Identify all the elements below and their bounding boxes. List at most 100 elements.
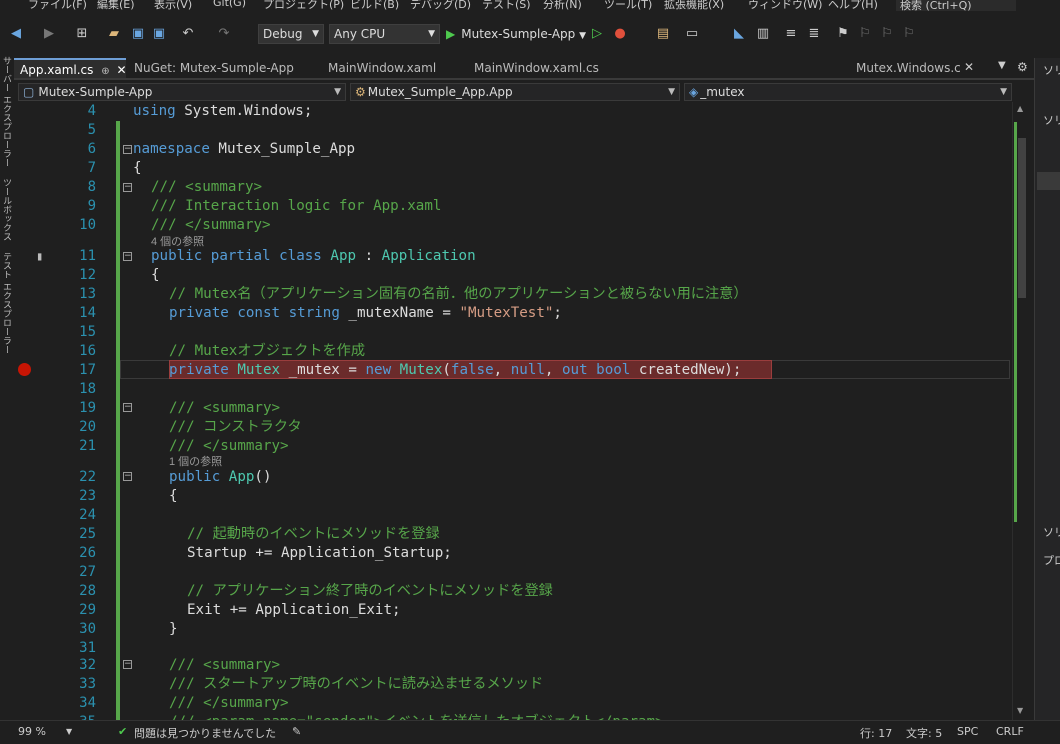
vertical-scrollbar[interactable]: ▲ ▼: [1012, 102, 1030, 720]
code-line[interactable]: Startup += Application_Startup;: [187, 544, 452, 563]
forward-icon[interactable]: ▶: [42, 25, 56, 43]
code-line[interactable]: {: [133, 159, 142, 178]
panel-title[interactable]: プロ: [1043, 552, 1060, 568]
new-project-icon[interactable]: ⊞: [74, 25, 90, 43]
code-line[interactable]: /// </summary>: [169, 694, 289, 713]
chevron-down-icon[interactable]: ▼: [66, 727, 72, 736]
column-indicator[interactable]: 文字: 5: [906, 725, 942, 741]
save-icon[interactable]: ▣: [130, 25, 146, 43]
pointer-icon[interactable]: ◣: [731, 25, 747, 43]
menu-file[interactable]: ファイル(F): [28, 0, 87, 12]
config-dropdown[interactable]: Debug ▼: [258, 24, 324, 44]
code-line[interactable]: using System.Windows;: [133, 102, 312, 121]
tab-list-dropdown-icon[interactable]: ▼: [998, 60, 1006, 71]
pin-icon[interactable]: ⊕: [101, 66, 109, 77]
tab-nuget[interactable]: NuGet: Mutex-Sumple-App: [128, 58, 322, 78]
code-line[interactable]: /// <summary>: [151, 178, 262, 197]
code-line[interactable]: public partial class App : Application: [151, 247, 476, 266]
code-line[interactable]: private const string _mutexName = "Mutex…: [169, 304, 562, 323]
menu-tools[interactable]: ツール(T): [604, 0, 652, 12]
code-line[interactable]: public App(): [169, 468, 272, 487]
code-line[interactable]: {: [169, 487, 178, 506]
code-line[interactable]: /// <summary>: [169, 656, 280, 675]
fold-summary[interactable]: −: [123, 183, 132, 192]
menu-edit[interactable]: 編集(E): [97, 0, 135, 12]
comment-icon[interactable]: ≡: [783, 25, 799, 43]
menu-project[interactable]: プロジェクト(P): [263, 0, 344, 12]
run-button[interactable]: ▶ Mutex-Sumple-App ▼: [446, 25, 586, 43]
zoom-level[interactable]: 99 %: [18, 725, 46, 738]
project-dropdown[interactable]: ▢ Mutex-Sumple-App ▼: [18, 83, 346, 101]
tab-mainwindow-xaml-cs[interactable]: MainWindow.xaml.cs: [468, 58, 628, 78]
close-icon[interactable]: ✕: [964, 60, 974, 74]
back-icon[interactable]: ◀: [8, 25, 24, 43]
menu-git[interactable]: Git(G): [213, 0, 246, 9]
menu-test[interactable]: テスト(S): [482, 0, 531, 12]
start-without-debug-icon[interactable]: ▷: [590, 25, 604, 43]
code-line[interactable]: {: [151, 266, 160, 285]
tab-mainwindow-xaml[interactable]: MainWindow.xaml: [322, 58, 468, 78]
window-layout-icon[interactable]: ▭: [684, 25, 700, 43]
issues-status[interactable]: 問題は見つかりませんでした: [134, 725, 276, 741]
code-line[interactable]: // Mutex名（アプリケーション固有の名前．他のアプリケーションと被らない用…: [169, 285, 748, 304]
server-explorer-tab[interactable]: サーバー エクスプローラー: [0, 56, 13, 167]
toolbox-tab[interactable]: ツールボックス: [0, 178, 13, 241]
test-explorer-tab[interactable]: テスト エクスプローラー: [0, 252, 13, 354]
fold-class[interactable]: −: [123, 252, 132, 261]
code-line[interactable]: /// <param name="sender">イベントを送信したオブジェクト…: [169, 713, 664, 720]
panel-title[interactable]: ソリ: [1043, 524, 1060, 540]
uncomment-icon[interactable]: ≣: [806, 25, 822, 43]
menu-extensions[interactable]: 拡張機能(X): [664, 0, 724, 12]
code-line[interactable]: namespace Mutex_Sumple_App: [133, 140, 355, 159]
code-editor[interactable]: ▮ 4 5 6 7 8 9 10 11 12 13 14 15 16 17 18 19 20 21 22 23 24 25…: [14, 102, 1012, 720]
code-line[interactable]: /// Interaction logic for App.xaml: [151, 197, 441, 216]
selected-node[interactable]: [1037, 172, 1060, 190]
code-line[interactable]: }: [169, 620, 178, 639]
tab-mutex-windows-cs[interactable]: Mutex.Windows.cs: [850, 58, 960, 78]
scroll-down-icon[interactable]: ▼: [1017, 706, 1023, 715]
settings-icon[interactable]: ⚙: [1017, 60, 1028, 74]
bookmark-icon[interactable]: ⚑: [836, 25, 850, 43]
scroll-thumb[interactable]: [1018, 138, 1026, 298]
code-line[interactable]: // Mutexオブジェクトを作成: [169, 342, 365, 361]
open-folder-icon[interactable]: ▰: [106, 25, 122, 43]
menu-view[interactable]: 表示(V): [154, 0, 192, 12]
line-indicator[interactable]: 行: 17: [860, 725, 892, 741]
code-line[interactable]: /// スタートアップ時のイベントに読み込ませるメソッド: [169, 675, 543, 694]
whitespace-indicator[interactable]: SPC: [957, 725, 978, 738]
next-bookmark-icon[interactable]: ⚐: [880, 25, 894, 43]
folder-view-icon[interactable]: ▤: [655, 25, 671, 43]
undo-icon[interactable]: ↶: [180, 25, 196, 43]
platform-dropdown[interactable]: Any CPU ▼: [329, 24, 440, 44]
code-line[interactable]: // 起動時のイベントにメソッドを登録: [187, 525, 440, 544]
code-line[interactable]: private Mutex _mutex = new Mutex(false, …: [169, 361, 741, 380]
code-line[interactable]: /// <summary>: [169, 399, 280, 418]
references-lens-class[interactable]: 4 個の参照: [151, 233, 204, 249]
code-line[interactable]: Exit += Application_Exit;: [187, 601, 401, 620]
references-lens-ctor[interactable]: 1 個の参照: [169, 453, 222, 469]
panel-title[interactable]: ソリ: [1043, 62, 1060, 78]
fold-summary[interactable]: −: [123, 660, 132, 669]
scroll-up-icon[interactable]: ▲: [1017, 104, 1023, 113]
fold-namespace[interactable]: −: [123, 145, 132, 154]
prev-bookmark-icon[interactable]: ⚐: [858, 25, 872, 43]
save-all-icon[interactable]: ▣: [151, 25, 167, 43]
menu-build[interactable]: ビルド(B): [350, 0, 399, 12]
menu-analyze[interactable]: 分析(N): [543, 0, 582, 12]
member-dropdown[interactable]: ◈ _mutex ▼: [684, 83, 1012, 101]
hot-reload-icon[interactable]: ●: [612, 25, 628, 43]
code-line[interactable]: /// コンストラクタ: [169, 418, 302, 437]
split-icon[interactable]: ▥: [755, 25, 771, 43]
code-line[interactable]: // アプリケーション終了時のイベントにメソッドを登録: [187, 582, 553, 601]
menu-debug[interactable]: デバッグ(D): [410, 0, 471, 12]
class-dropdown[interactable]: ⚙ Mutex_Sumple_App.App ▼: [350, 83, 680, 101]
fold-summary[interactable]: −: [123, 403, 132, 412]
search-input[interactable]: 検索 (Ctrl+Q): [896, 0, 1016, 11]
line-ending-indicator[interactable]: CRLF: [996, 725, 1024, 738]
menu-help[interactable]: ヘルプ(H): [828, 0, 878, 12]
cleanup-icon[interactable]: ✎: [292, 725, 301, 738]
menu-window[interactable]: ウィンドウ(W): [748, 0, 822, 12]
clear-bookmark-icon[interactable]: ⚐: [902, 25, 916, 43]
fold-ctor[interactable]: −: [123, 472, 132, 481]
close-icon[interactable]: ✕: [116, 63, 126, 77]
